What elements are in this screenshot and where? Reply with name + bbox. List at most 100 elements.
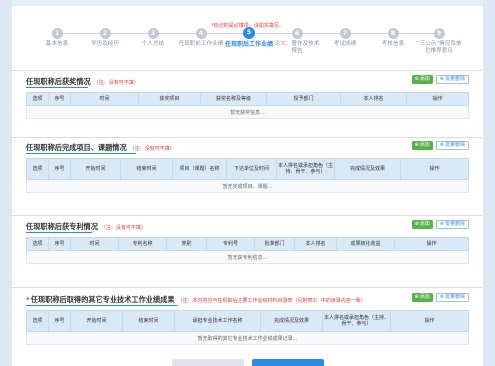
column-header: 专利号 <box>206 237 255 251</box>
plus-icon: ⊕ <box>414 142 419 148</box>
step-number: 9 <box>433 28 445 39</box>
column-header: 授予部门 <box>266 92 341 106</box>
column-header: 本人排名 <box>294 237 337 251</box>
section-title-text: 任现职称后取得的其它专业技术工作业绩成果 <box>30 295 175 304</box>
column-header: 操作 <box>390 310 469 332</box>
required-marker: * <box>26 295 30 304</box>
divider <box>12 287 483 288</box>
step-label: 基本信息 <box>45 41 69 47</box>
section-title: 任现职称后获奖情况 （注：没有可不填） <box>26 77 139 87</box>
divider <box>12 70 483 71</box>
add-button[interactable]: ⊕ 添加 <box>411 293 433 302</box>
empty-row: 暂无完成项目、课题... <box>26 179 469 193</box>
title-underline <box>26 232 92 233</box>
add-button-label: 添加 <box>419 221 430 227</box>
table-header-row: 选项 序号 开始时间 结束时间 承担专业技术工作名称 完成情况及效果 本人排名或… <box>26 310 469 332</box>
batch-delete-button[interactable]: ⊗ 批量删除 <box>435 293 469 302</box>
plus-icon: ⊕ <box>414 294 419 300</box>
step-number: 4 <box>195 28 207 39</box>
column-header: 操作 <box>400 158 469 180</box>
empty-row: 暂无获奖信息... <box>26 105 469 119</box>
column-header: 序号 <box>48 158 71 180</box>
step-5-active[interactable]: 5 任现职后工作业绩 <box>224 27 274 48</box>
other-achievements-table: 选项 序号 开始时间 结束时间 承担专业技术工作名称 完成情况及效果 本人排名或… <box>26 310 469 345</box>
column-header: 开始时间 <box>70 158 121 180</box>
add-button-label: 添加 <box>419 294 430 300</box>
previous-step-button[interactable] <box>172 359 244 366</box>
step-3[interactable]: 3 个人总结 <box>128 28 178 48</box>
column-header: 获奖名称及等级 <box>200 92 267 106</box>
empty-message: 暂无完成项目、课题... <box>26 179 469 193</box>
column-header: 开始时间 <box>70 310 123 332</box>
empty-message: 暂无获专利信息... <box>26 250 469 264</box>
section-note: （注：没有可不填） <box>100 225 146 231</box>
divider <box>12 137 483 138</box>
step-1[interactable]: 1 基本信息 <box>32 28 82 48</box>
plus-icon: ⊕ <box>414 221 419 227</box>
empty-message: 暂无获奖信息... <box>26 105 469 119</box>
table-header-row: 选项 序号 时间 获奖项目 获奖名称及等级 授予部门 本人排名 操作 <box>26 92 469 106</box>
step-6[interactable]: 6 论文、著作及技术报告 <box>272 28 322 55</box>
delete-icon: ⊗ <box>439 76 444 82</box>
batch-delete-button[interactable]: ⊗ 批量删除 <box>435 141 469 150</box>
step-number: 7 <box>339 28 351 39</box>
step-number: 8 <box>387 28 399 39</box>
step-number: 1 <box>51 28 63 39</box>
step-label: 考试成绩 <box>333 41 357 47</box>
delete-button-label: 批量删除 <box>444 221 465 227</box>
column-header: 时间 <box>70 92 139 106</box>
section-note: （注：没有可不填） <box>93 80 139 86</box>
delete-icon: ⊗ <box>439 142 444 148</box>
column-header: 序号 <box>48 310 71 332</box>
section-title: *任现职称后取得的其它专业技术工作业绩成果 （注：本内容应与任现职后主要工作业绩材… <box>26 295 366 305</box>
column-header: 操作 <box>406 92 469 106</box>
next-step-button[interactable] <box>252 359 324 366</box>
step-8[interactable]: 8 考核信息 <box>368 28 418 48</box>
step-label: 论文、著作及技术报告 <box>274 41 320 54</box>
step-4[interactable]: 4 任现职前工作业绩 <box>176 28 226 48</box>
column-header: 选项 <box>26 92 49 106</box>
empty-message: 暂无取得的其它专业技术工作业绩成果记录... <box>26 331 469 345</box>
step-2[interactable]: 2 学历及经历 <box>80 28 130 48</box>
projects-section: 任现职称后完成项目、课题情况 （注：没有可不填） ⊕ 添加 ⊗ 批量删除 选项 序号 … <box>26 140 469 193</box>
table-header-row: 选项 序号 时间 专利名称 类别 专利号 批准部门 本人排名 成果转化收益 操作 <box>26 237 469 251</box>
delete-icon: ⊗ <box>439 221 444 227</box>
add-button-label: 添加 <box>419 76 430 82</box>
batch-delete-button[interactable]: ⊗ 批量删除 <box>435 220 469 229</box>
column-header: 成果转化收益 <box>336 237 395 251</box>
column-header: 本人排名或承担角色（主持、骨干、参与） <box>276 158 335 180</box>
column-header: 批准部门 <box>254 237 295 251</box>
column-header: 选项 <box>26 237 49 251</box>
column-header: 完成情况及效果 <box>260 310 323 332</box>
batch-delete-button[interactable]: ⊗ 批量删除 <box>435 75 469 84</box>
step-7[interactable]: 7 考试成绩 <box>320 28 370 48</box>
step-label: 学历及经历 <box>91 41 119 47</box>
step-number: 3 <box>147 28 159 39</box>
delete-button-label: 批量删除 <box>444 76 465 82</box>
section-note: （注：没有可不填） <box>129 146 175 152</box>
add-button[interactable]: ⊕ 添加 <box>411 75 433 84</box>
delete-button-label: 批量删除 <box>444 142 465 148</box>
column-header: 结束时间 <box>120 158 173 180</box>
section-title-text: 任现职称后获专利情况 <box>26 222 98 231</box>
step-label: 任现职后工作业绩 <box>224 41 273 48</box>
column-header: 时间 <box>70 237 119 251</box>
delete-icon: ⊗ <box>439 294 444 300</box>
section-title: 任现职称后完成项目、课题情况 （注：没有可不填） <box>26 143 175 153</box>
step-label: “三公示”情况及单位推荐意见 <box>416 41 462 54</box>
add-button[interactable]: ⊕ 添加 <box>411 141 433 150</box>
section-title: 任现职称后获专利情况 （注：没有可不填） <box>26 222 146 232</box>
column-header: 专利名称 <box>118 237 167 251</box>
column-header: 序号 <box>48 92 71 106</box>
step-number: 2 <box>99 28 111 39</box>
step-number: 6 <box>291 28 303 39</box>
progress-stepper: 1 基本信息 2 学历及经历 3 个人总结 4 任现职前工作业绩 5 任现职后工… <box>32 27 464 64</box>
step-9[interactable]: 9 “三公示”情况及单位推荐意见 <box>414 28 464 55</box>
column-header: 选项 <box>26 158 49 180</box>
title-underline <box>26 305 178 306</box>
column-header: 选项 <box>26 310 49 332</box>
top-bar <box>12 0 483 6</box>
add-button[interactable]: ⊕ 添加 <box>411 220 433 229</box>
section-title-text: 任现职称后完成项目、课题情况 <box>26 143 127 152</box>
step-label: 考核信息 <box>381 41 405 47</box>
